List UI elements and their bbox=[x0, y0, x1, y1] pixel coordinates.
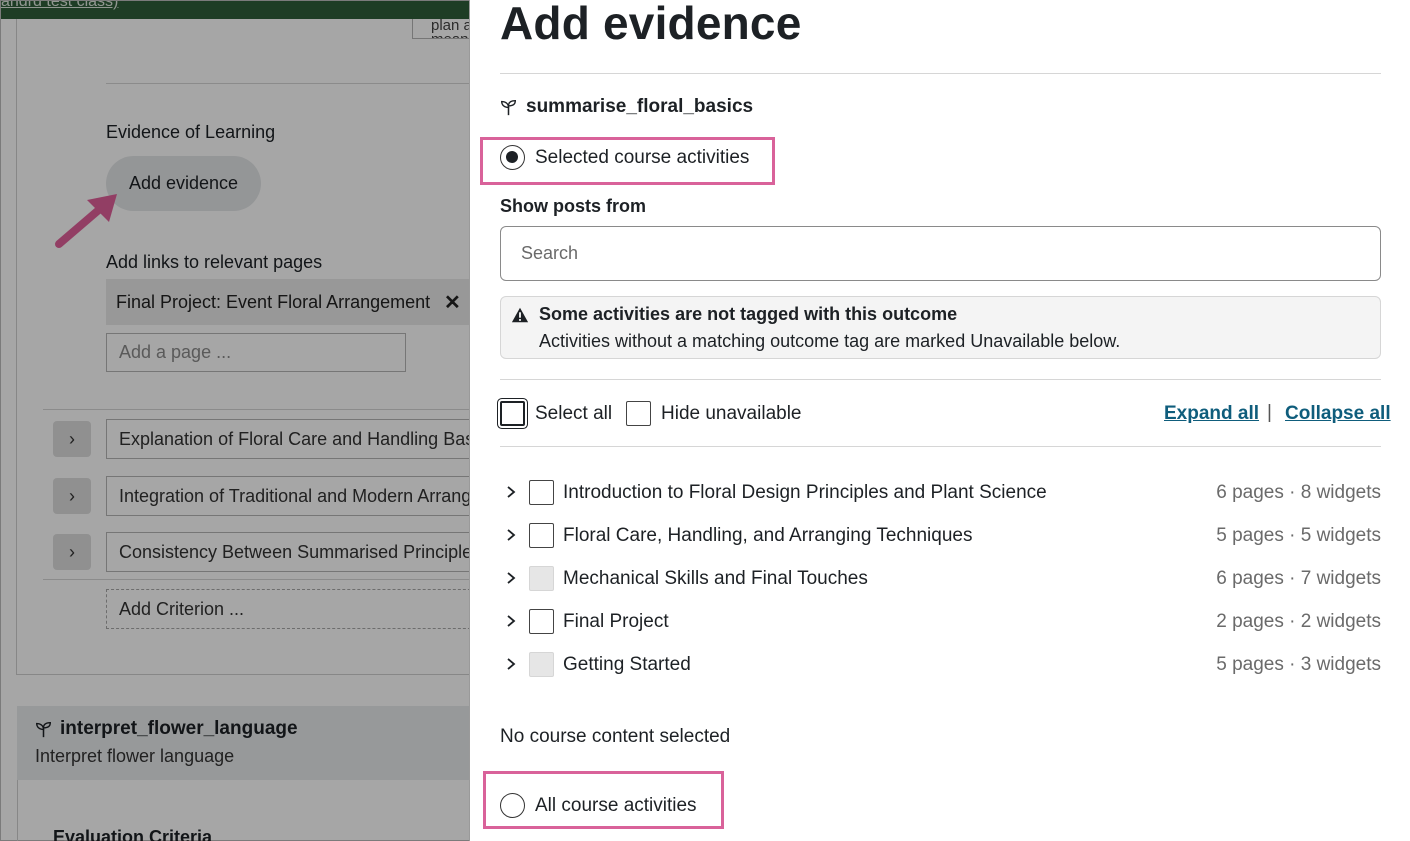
link-separator: | bbox=[1267, 402, 1272, 423]
search-input[interactable]: Search bbox=[500, 226, 1381, 281]
radio-button-checked[interactable] bbox=[500, 145, 525, 170]
select-all-checkbox[interactable]: Select all bbox=[500, 401, 612, 426]
activity-title: Introduction to Floral Design Principles… bbox=[563, 482, 1047, 503]
checkbox[interactable] bbox=[626, 401, 651, 426]
radio-all-activities[interactable]: All course activities bbox=[500, 793, 697, 818]
chevron-right-icon[interactable] bbox=[504, 484, 518, 500]
activity-checkbox[interactable] bbox=[529, 523, 554, 548]
activity-title: Floral Care, Handling, and Arranging Tec… bbox=[563, 525, 973, 546]
radio-label: Selected course activities bbox=[535, 146, 750, 168]
activity-meta: 5 pages · 3 widgets bbox=[1216, 654, 1381, 675]
collapse-all-link[interactable]: Collapse all bbox=[1285, 403, 1391, 425]
divider bbox=[500, 73, 1381, 74]
show-posts-label: Show posts from bbox=[500, 196, 647, 216]
chevron-right-icon[interactable] bbox=[504, 656, 518, 672]
activity-row[interactable]: Introduction to Floral Design Principles… bbox=[500, 473, 1381, 513]
chevron-right-icon[interactable] bbox=[504, 570, 518, 586]
outcome-heading: summarise_floral_basics bbox=[500, 96, 753, 118]
activity-meta: 2 pages · 2 widgets bbox=[1216, 611, 1381, 632]
warning-icon bbox=[511, 307, 529, 323]
hide-unavailable-checkbox[interactable]: Hide unavailable bbox=[626, 401, 802, 426]
activity-row[interactable]: Mechanical Skills and Final Touches 6 pa… bbox=[500, 559, 1381, 599]
activity-checkbox[interactable] bbox=[529, 480, 554, 505]
outcome-name: summarise_floral_basics bbox=[526, 96, 754, 117]
activity-title: Mechanical Skills and Final Touches bbox=[563, 568, 868, 589]
chevron-right-icon[interactable] bbox=[504, 527, 518, 543]
activity-meta: 6 pages · 7 widgets bbox=[1216, 568, 1381, 589]
activity-checkbox[interactable] bbox=[529, 609, 554, 634]
modal-backdrop[interactable] bbox=[0, 0, 470, 841]
divider bbox=[500, 379, 1381, 380]
alert-title: Some activities are not tagged with this… bbox=[539, 304, 958, 324]
select-all-label: Select all bbox=[535, 402, 613, 424]
checkbox[interactable] bbox=[500, 401, 525, 426]
activity-meta: 5 pages · 5 widgets bbox=[1216, 525, 1381, 546]
hide-unavailable-label: Hide unavailable bbox=[661, 402, 802, 424]
drawer-title: Add evidence bbox=[500, 0, 802, 49]
activity-checkbox-disabled bbox=[529, 652, 554, 677]
alert-message: Activities without a matching outcome ta… bbox=[539, 331, 1121, 351]
selection-status: No course content selected bbox=[500, 726, 731, 747]
activity-row[interactable]: Final Project 2 pages · 2 widgets bbox=[500, 602, 1381, 642]
activity-meta: 6 pages · 8 widgets bbox=[1216, 482, 1381, 503]
activity-checkbox-disabled bbox=[529, 566, 554, 591]
activity-title: Getting Started bbox=[563, 654, 691, 675]
activity-row[interactable]: Getting Started 5 pages · 3 widgets bbox=[500, 645, 1381, 685]
radio-label: All course activities bbox=[535, 794, 697, 816]
radio-button-unchecked[interactable] bbox=[500, 793, 525, 818]
divider bbox=[500, 446, 1381, 447]
add-evidence-drawer: Add evidence summarise_floral_basics Sel… bbox=[469, 0, 1410, 841]
chevron-right-icon[interactable] bbox=[504, 613, 518, 629]
expand-all-link[interactable]: Expand all bbox=[1164, 403, 1259, 425]
activity-title: Final Project bbox=[563, 611, 669, 632]
sprout-icon bbox=[501, 99, 516, 115]
activity-row[interactable]: Floral Care, Handling, and Arranging Tec… bbox=[500, 516, 1381, 556]
radio-selected-activities[interactable]: Selected course activities bbox=[500, 145, 749, 170]
warning-alert: Some activities are not tagged with this… bbox=[500, 296, 1381, 359]
